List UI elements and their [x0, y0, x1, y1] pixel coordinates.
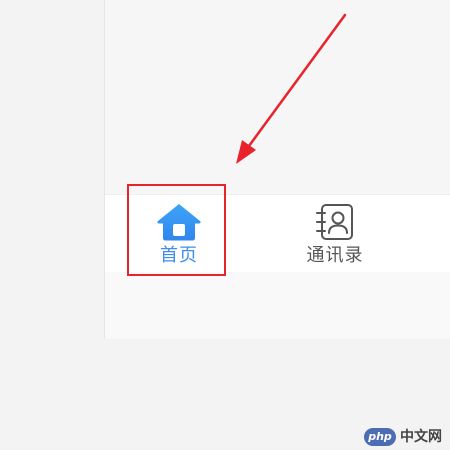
tab-bar-bottom-area: [105, 272, 450, 339]
contacts-book-icon: [310, 201, 360, 243]
watermark: php 中文网: [364, 428, 442, 446]
home-icon: [154, 201, 204, 243]
screenshot-stage: 首页 通讯录 php 中文网: [0, 0, 450, 450]
tab-home-label: 首页: [160, 245, 198, 266]
bottom-tab-bar: 首页 通讯录: [105, 194, 450, 272]
tab-home[interactable]: 首页: [129, 195, 229, 273]
watermark-badge: php: [364, 428, 396, 446]
tab-contacts-label: 通讯录: [306, 245, 364, 266]
watermark-text: 中文网: [400, 429, 442, 445]
tab-contacts[interactable]: 通讯录: [285, 195, 385, 273]
app-screen: 首页 通讯录: [104, 0, 450, 339]
